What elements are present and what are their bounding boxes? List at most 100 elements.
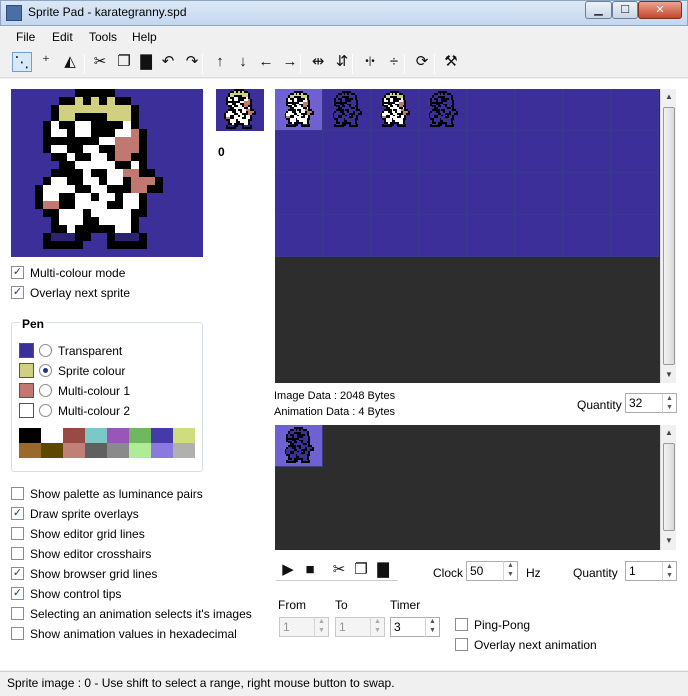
minimize-button[interactable]: ▁ (585, 1, 612, 19)
palette-color[interactable] (41, 443, 63, 458)
stop-icon[interactable]: ■ (300, 560, 320, 580)
ping-pong-checkbox[interactable] (455, 618, 468, 631)
sprite-browser[interactable] (275, 89, 660, 383)
to-spinner[interactable]: ▲ ▼ (370, 617, 384, 637)
sprite-cell[interactable] (611, 89, 659, 131)
sprite-cell[interactable] (419, 131, 467, 173)
shift-up-icon[interactable]: ↑ (210, 52, 230, 72)
anim-copy-icon[interactable]: ❐ (351, 560, 371, 580)
sprite-cell[interactable] (515, 173, 563, 215)
palette-color[interactable] (129, 443, 151, 458)
setting-checkbox[interactable] (11, 547, 24, 560)
menu-tools[interactable]: Tools (89, 30, 117, 44)
palette-color[interactable] (19, 443, 41, 458)
copy-icon[interactable]: ❐ (114, 52, 134, 72)
anim-scroll-up-icon[interactable]: ▲ (661, 425, 677, 441)
sprite-cell[interactable] (515, 89, 563, 131)
reflect-vertical-icon[interactable]: ÷ (384, 52, 404, 72)
shift-right-icon[interactable]: → (280, 52, 300, 72)
scroll-up-arrow-icon[interactable]: ▲ (661, 89, 677, 105)
palette-color[interactable] (129, 428, 151, 443)
anim-cut-icon[interactable]: ✂ (329, 560, 349, 580)
undo-icon[interactable]: ↶ (158, 52, 178, 72)
sprite-cell[interactable] (371, 215, 419, 257)
animation-scrollbar[interactable]: ▲ ▼ (660, 425, 676, 550)
multicolour-mode-checkbox[interactable]: ✓ (11, 266, 24, 279)
sprite-quantity-spinner[interactable]: ▲ ▼ (662, 394, 676, 414)
anim-quantity-spinner[interactable]: ▲ ▼ (662, 562, 676, 582)
maximize-button[interactable]: ☐ (612, 1, 638, 19)
sprite-editor-canvas[interactable] (11, 89, 203, 257)
redo-icon[interactable]: ↷ (182, 52, 202, 72)
setting-checkbox[interactable]: ✓ (11, 567, 24, 580)
sprite-cell[interactable] (419, 215, 467, 257)
setting-checkbox[interactable] (11, 527, 24, 540)
setting-checkbox[interactable] (11, 607, 24, 620)
transparent-swatch[interactable] (19, 343, 34, 358)
select-tool[interactable]: ⋱ (12, 52, 32, 72)
sprite-cell[interactable] (611, 131, 659, 173)
palette-color[interactable] (19, 428, 41, 443)
paste-icon[interactable]: ▇ (136, 52, 156, 72)
overlay-next-sprite-checkbox[interactable]: ✓ (11, 286, 24, 299)
palette-color[interactable] (41, 428, 63, 443)
sprite-cell[interactable] (563, 89, 611, 131)
sprite-cell[interactable] (563, 131, 611, 173)
palette-color[interactable] (173, 428, 195, 443)
menu-help[interactable]: Help (132, 30, 157, 44)
menu-file[interactable]: File (16, 30, 35, 44)
sprite-cell[interactable] (371, 89, 419, 131)
fill-tool[interactable]: ◭ (60, 52, 80, 72)
close-button[interactable]: ✕ (638, 1, 682, 19)
sprite-cell[interactable] (467, 89, 515, 131)
sprite-cell[interactable] (275, 89, 323, 131)
palette-color[interactable] (151, 428, 173, 443)
browser-scroll-thumb[interactable] (663, 107, 675, 365)
transparent-radio[interactable] (39, 344, 52, 357)
properties-icon[interactable]: ⚒ (441, 52, 461, 72)
palette-color[interactable] (85, 428, 107, 443)
sprite-cell[interactable] (323, 89, 371, 131)
sprite-cell[interactable] (419, 173, 467, 215)
anim-scroll-thumb[interactable] (663, 443, 675, 531)
palette-color[interactable] (63, 428, 85, 443)
setting-checkbox[interactable]: ✓ (11, 587, 24, 600)
shift-down-icon[interactable]: ↓ (233, 52, 253, 72)
palette-color[interactable] (173, 443, 195, 458)
sprite-cell[interactable] (563, 215, 611, 257)
sprite-cell[interactable] (611, 173, 659, 215)
palette-color[interactable] (63, 443, 85, 458)
play-icon[interactable]: ▶ (278, 560, 298, 580)
sprite-cell[interactable] (419, 89, 467, 131)
shift-left-icon[interactable]: ← (256, 52, 276, 72)
sprite-cell[interactable] (371, 173, 419, 215)
sprite-cell[interactable] (323, 131, 371, 173)
palette-color[interactable] (85, 443, 107, 458)
from-spinner[interactable]: ▲ ▼ (314, 617, 328, 637)
scroll-down-arrow-icon[interactable]: ▼ (661, 367, 677, 383)
multi-colour-1-swatch[interactable] (19, 383, 34, 398)
sprite-cell[interactable] (323, 173, 371, 215)
reflect-horizontal-icon[interactable]: •|• (360, 52, 380, 72)
anim-scroll-down-icon[interactable]: ▼ (661, 533, 677, 549)
sprite-cell[interactable] (275, 131, 323, 173)
sprite-cell[interactable] (275, 173, 323, 215)
multi-colour-2-swatch[interactable] (19, 403, 34, 418)
multi-colour-2-radio[interactable] (39, 404, 52, 417)
palette-color[interactable] (151, 443, 173, 458)
sprite-cell[interactable] (467, 173, 515, 215)
sprite-cell[interactable] (563, 173, 611, 215)
flip-vertical-icon[interactable]: ⇵ (332, 52, 352, 72)
clock-spinner[interactable]: ▲ ▼ (503, 561, 517, 581)
sprite-cell[interactable] (467, 131, 515, 173)
animation-strip[interactable] (275, 425, 660, 550)
sprite-cell[interactable] (467, 215, 515, 257)
overlay-next-animation-checkbox[interactable] (455, 638, 468, 651)
anim-paste-icon[interactable]: ▇ (373, 560, 393, 580)
animation-frame[interactable] (275, 425, 323, 467)
sprite-colour-swatch[interactable] (19, 363, 34, 378)
sprite-cell[interactable] (515, 131, 563, 173)
flip-horizontal-icon[interactable]: ⇹ (308, 52, 328, 72)
menu-edit[interactable]: Edit (52, 30, 73, 44)
cut-icon[interactable]: ✂ (90, 52, 110, 72)
